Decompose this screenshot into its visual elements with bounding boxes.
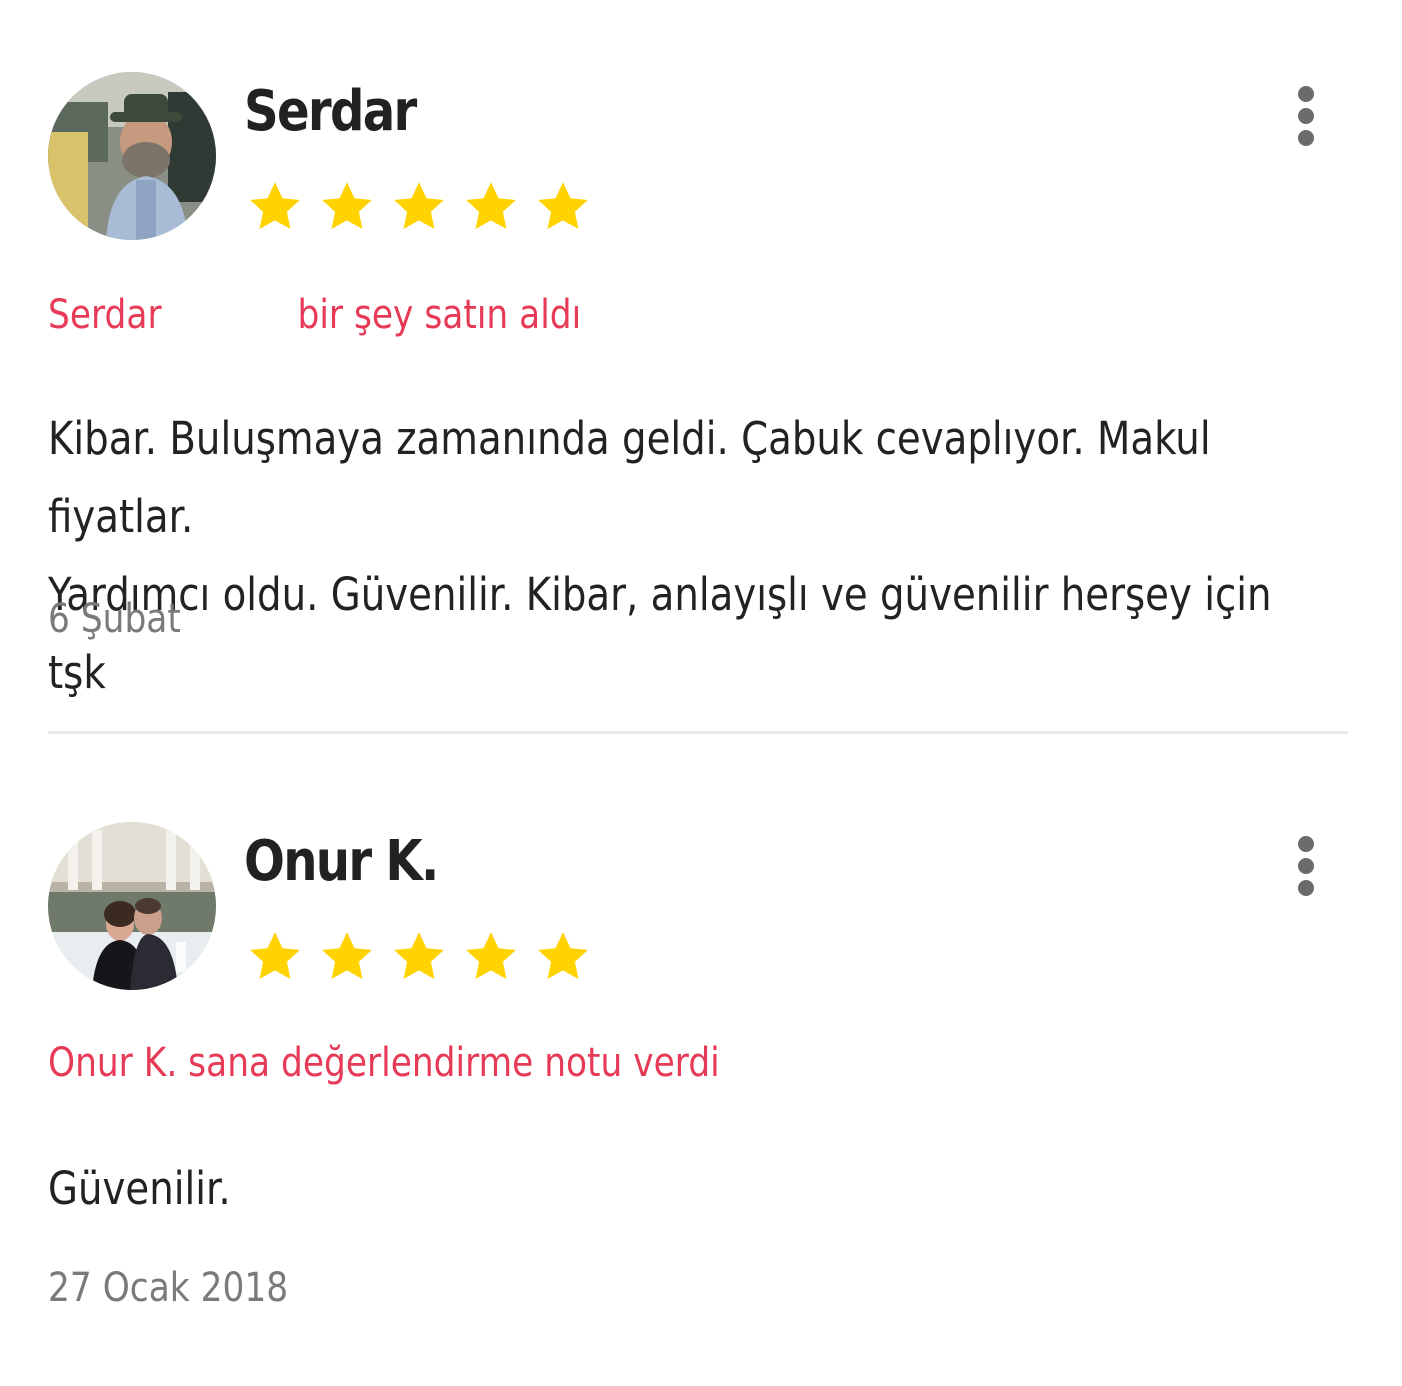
review-action-line[interactable]: Onur K. sana değerlendirme notu verdi — [48, 1038, 720, 1088]
review-text-line: Güvenilir. — [48, 1162, 231, 1215]
reviewer-name[interactable]: Serdar — [244, 84, 417, 140]
star-icon — [538, 182, 588, 229]
review-text: Kibar. Buluşmaya zamanında geldi. Çabuk … — [48, 400, 1321, 712]
star-icon — [466, 182, 516, 229]
star-icon — [394, 182, 444, 229]
star-icon — [322, 182, 372, 229]
review-list: Serdar Serdar bir şey satın aldı Kibar. B… — [0, 0, 1402, 1386]
action-reviewer-name[interactable]: Serdar — [48, 292, 162, 338]
star-rating — [244, 926, 594, 988]
more-vertical-icon — [1298, 858, 1314, 874]
review-text-line: Yardımcı oldu. Güvenilir. Kibar, anlayış… — [48, 568, 1272, 699]
star-rating — [244, 176, 594, 238]
review-date: 6 Şubat — [48, 596, 181, 642]
star-icon — [250, 182, 300, 229]
reviewer-name[interactable]: Onur K. — [244, 834, 439, 890]
avatar-photo — [48, 72, 216, 240]
action-text: bir şey satın aldı — [297, 292, 582, 338]
more-options-button[interactable] — [1282, 82, 1330, 150]
star-icon — [466, 932, 516, 979]
star-icon — [322, 932, 372, 979]
avatar[interactable] — [48, 72, 216, 240]
more-options-button[interactable] — [1282, 832, 1330, 900]
divider — [48, 731, 1348, 734]
review-text: Güvenilir. — [48, 1150, 1321, 1228]
more-vertical-icon — [1298, 86, 1314, 102]
review-text-line: Kibar. Buluşmaya zamanında geldi. Çabuk … — [48, 412, 1211, 543]
avatar[interactable] — [48, 822, 216, 990]
avatar-photo — [48, 822, 216, 990]
more-vertical-icon — [1298, 130, 1314, 146]
review-date: 27 Ocak 2018 — [48, 1265, 289, 1311]
star-icon — [394, 932, 444, 979]
more-vertical-icon — [1298, 836, 1314, 852]
review-item: Serdar Serdar bir şey satın aldı Kibar. B… — [0, 0, 1402, 734]
review-action-line: Serdar bir şey satın aldı — [48, 290, 581, 340]
star-icon — [250, 932, 300, 979]
more-vertical-icon — [1298, 880, 1314, 896]
review-item: Onur K. Onur K. sana değerlendirme notu … — [0, 750, 1402, 1386]
star-icon — [538, 932, 588, 979]
more-vertical-icon — [1298, 108, 1314, 124]
